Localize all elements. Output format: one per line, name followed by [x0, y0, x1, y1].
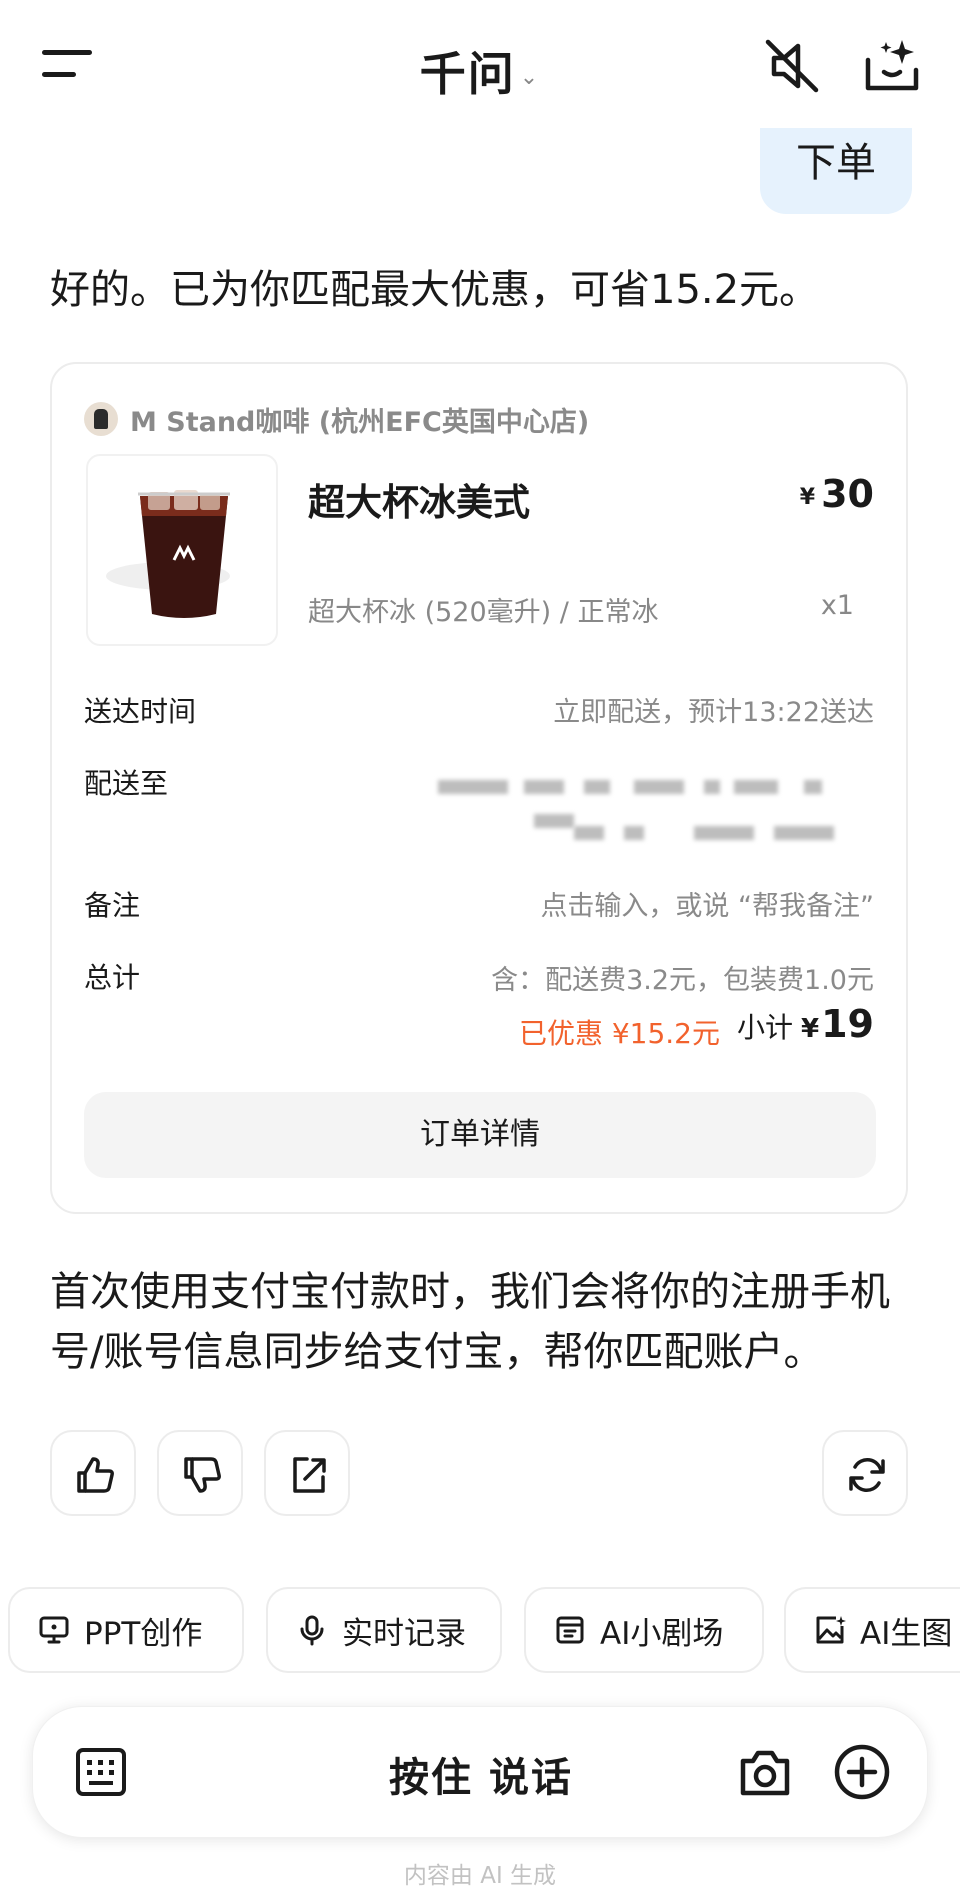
delivery-time-value[interactable]: 立即配送，预计13:22送达 — [553, 690, 874, 729]
alipay-notice-text: 首次使用支付宝付款时，我们会将你的注册手机号/账号信息同步给支付宝，帮你匹配账户… — [50, 1269, 890, 1375]
thumbs-up-button[interactable] — [50, 1430, 136, 1516]
voice-input-bar: 按住 说话 — [32, 1706, 928, 1838]
hold-to-talk-button[interactable]: 按住 说话 — [33, 1745, 929, 1803]
order-card: M Stand咖啡 (杭州EFC英国中心店) 超大杯冰美式 ¥30 超大杯冰 (… — [50, 362, 908, 1214]
microphone-icon — [300, 1615, 324, 1646]
store-name: M Stand咖啡 (杭州EFC英国中心店) — [130, 406, 590, 438]
total-label: 总计 — [84, 961, 141, 994]
delivery-time-label: 送达时间 — [84, 695, 197, 728]
order-detail-button[interactable]: 订单详情 — [84, 1092, 876, 1178]
top-bar: 千问 ⌄ — [0, 0, 960, 130]
share-button[interactable] — [264, 1430, 350, 1516]
chip-realtime-record[interactable]: 实时记录 — [266, 1587, 502, 1673]
new-chat-sparkle-icon[interactable] — [862, 36, 922, 94]
product-name: 超大杯冰美式 — [308, 481, 530, 524]
share-icon — [293, 1457, 326, 1493]
store-avatar — [84, 402, 118, 436]
remark-label: 备注 — [84, 889, 141, 922]
store-row[interactable]: M Stand咖啡 (杭州EFC英国中心店) — [84, 402, 590, 438]
regenerate-button[interactable] — [822, 1430, 908, 1516]
product-quantity: x1 — [820, 590, 854, 621]
chevron-down-icon: ⌄ — [519, 65, 541, 90]
discount-amount: 已优惠 ¥15.2元 — [518, 1017, 720, 1050]
fees-breakdown: 含：配送费3.2元，包装费1.0元 — [491, 965, 874, 996]
ai-generated-note: 内容由 AI 生成 — [403, 1863, 557, 1889]
price-amount: 30 — [821, 472, 874, 516]
thumbs-up-icon — [77, 1457, 114, 1493]
address-label: 配送至 — [84, 767, 169, 800]
subtotal-amount: 19 — [821, 1002, 874, 1046]
chip-ppt[interactable]: PPT创作 — [8, 1587, 244, 1673]
presentation-icon — [39, 1616, 69, 1644]
app-title-text: 千问 — [419, 47, 516, 101]
price-currency: ¥ — [799, 485, 816, 510]
chip-ai-image[interactable]: AI生图 — [784, 1587, 960, 1673]
chip-label: AI生图 — [860, 1615, 953, 1652]
chip-label: AI小剧场 — [600, 1615, 724, 1652]
chip-label: PPT创作 — [84, 1615, 203, 1652]
theater-icon — [556, 1616, 584, 1644]
subtotal: 小计 ¥19 — [737, 1002, 874, 1046]
speaker-mute-icon[interactable] — [764, 38, 820, 94]
chip-ai-theater[interactable]: AI小剧场 — [524, 1587, 764, 1673]
plus-circle-icon[interactable] — [833, 1743, 891, 1801]
camera-icon[interactable] — [737, 1745, 793, 1801]
image-generate-icon — [816, 1616, 846, 1644]
subtotal-currency: ¥ — [801, 1014, 820, 1044]
thumbs-down-icon — [184, 1457, 221, 1493]
product-spec: 超大杯冰 (520毫升) / 正常冰 — [308, 597, 659, 628]
thumbs-down-button[interactable] — [157, 1430, 243, 1516]
user-message-bubble: 下单 — [760, 128, 912, 214]
subtotal-label: 小计 — [737, 1011, 794, 1044]
remark-input[interactable]: 点击输入，或说 “帮我备注” — [540, 884, 874, 923]
address-value-redacted[interactable] — [434, 774, 874, 844]
chip-label: 实时记录 — [342, 1615, 466, 1652]
product-price: ¥30 — [800, 472, 874, 516]
refresh-icon — [849, 1458, 885, 1492]
product-image — [86, 454, 278, 646]
assistant-reply-text: 好的。已为你匹配最大优惠，可省15.2元。 — [50, 267, 820, 313]
